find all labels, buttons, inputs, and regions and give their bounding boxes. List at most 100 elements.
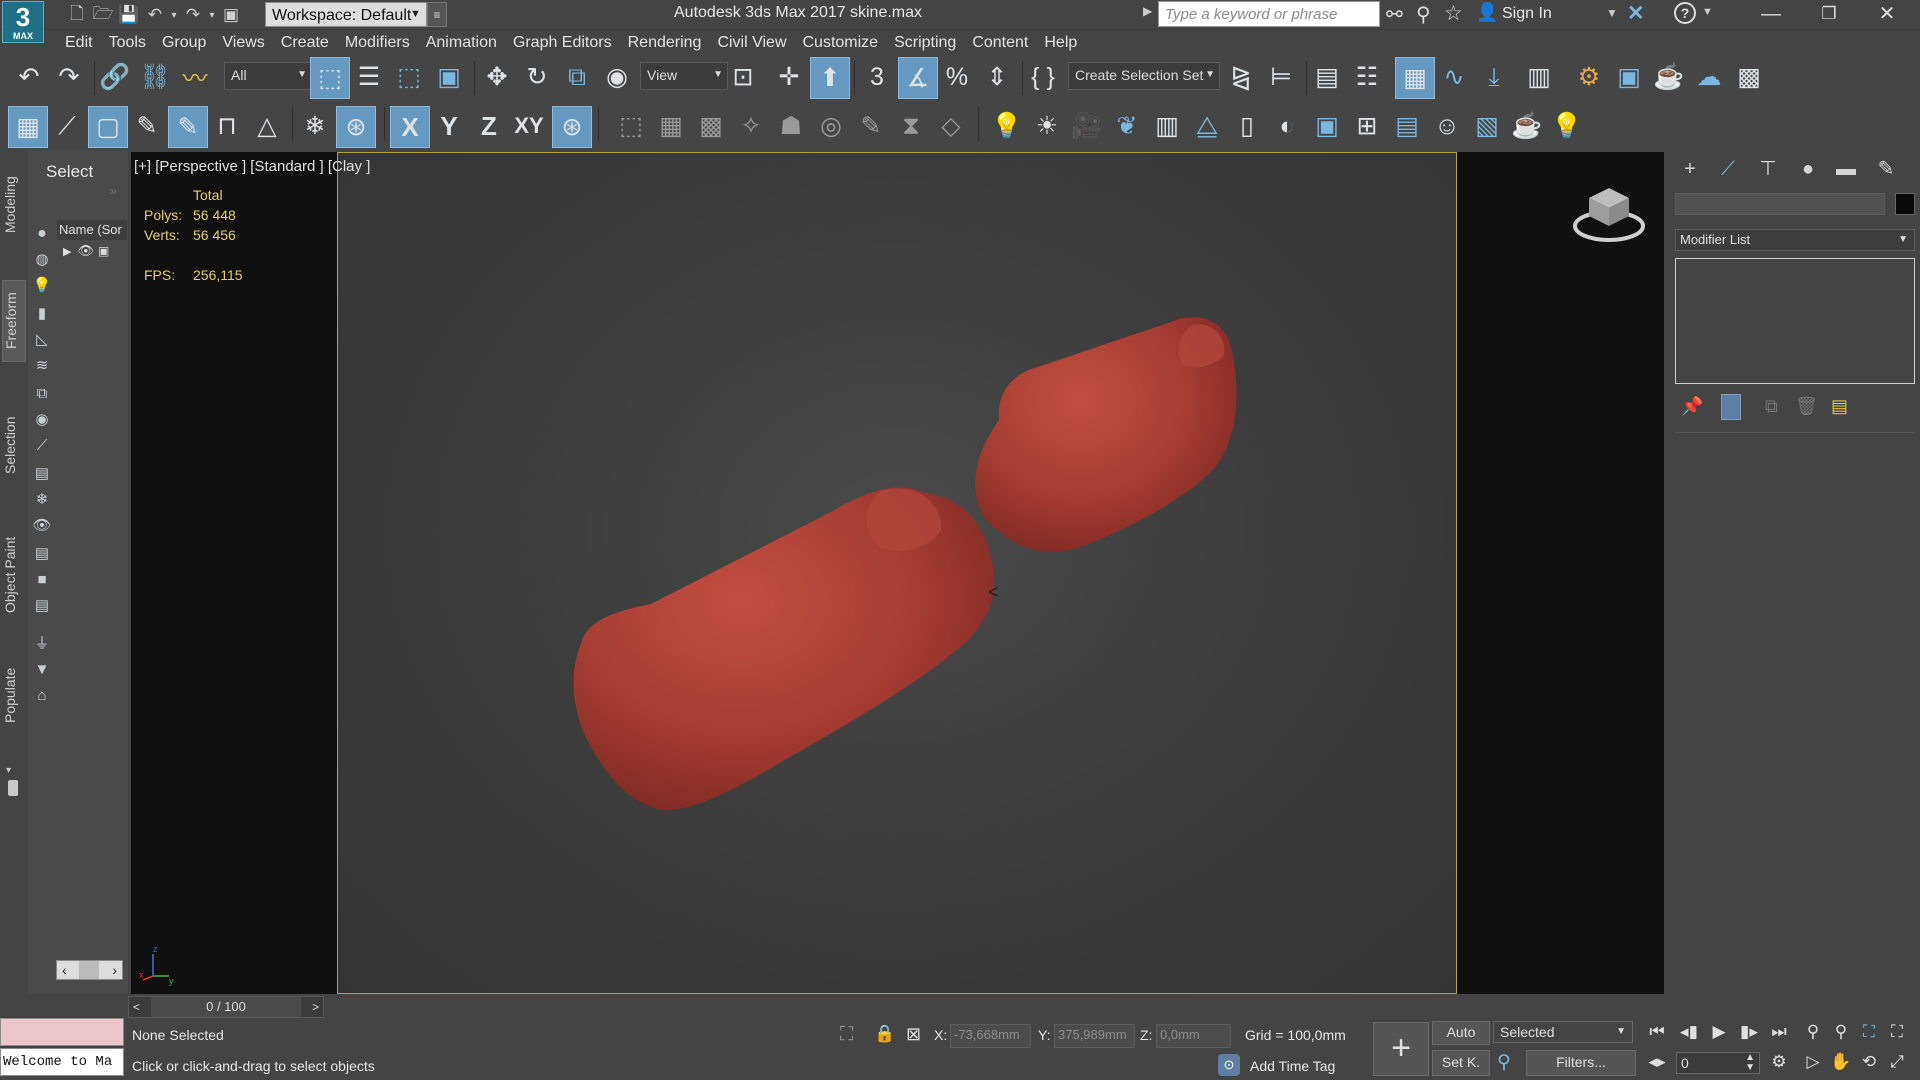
snap-edge-icon[interactable]: ✎ [128, 106, 166, 146]
communication-center-icon[interactable]: ⚲ [1416, 2, 1431, 27]
toggle-scene-explorer-icon[interactable]: ▤ [1308, 57, 1346, 97]
window-crossing-icon[interactable]: ▣ [430, 57, 468, 97]
teapot-icon[interactable]: ☕ [1508, 106, 1546, 146]
menu-help[interactable]: Help [1044, 30, 1093, 56]
wrench-icon[interactable]: ✎ [852, 106, 890, 146]
panel-icon[interactable]: ▧ [1468, 106, 1506, 146]
isolate-selection-icon[interactable]: ⛶ [840, 1024, 853, 1046]
constrain-xy-button[interactable]: XY [510, 106, 548, 146]
snapshot-icon[interactable]: ▦ [652, 106, 690, 146]
redo-dropdown-icon[interactable]: ▾ [206, 2, 218, 28]
select-and-rotate-icon[interactable]: ↻ [518, 57, 556, 97]
close-window-icon[interactable]: ✕ [1858, 0, 1916, 30]
redo-icon[interactable]: ↷ [50, 57, 88, 97]
create-light-icon[interactable]: 💡 [988, 106, 1026, 146]
reference-coordinate-dropdown[interactable]: View ▼ [640, 62, 728, 90]
object-color-swatch[interactable] [1895, 193, 1915, 215]
remove-modifier-icon[interactable]: 🗑 [1795, 396, 1818, 417]
help-icon[interactable]: ? [1674, 2, 1696, 24]
explorer-horizontal-scrollbar[interactable]: ‹ › [56, 960, 123, 980]
create-tab-icon[interactable]: + [1671, 154, 1709, 184]
selection-lock-icon[interactable]: 🔒 [874, 1024, 895, 1044]
selection-set-icon[interactable]: ⌂ [32, 686, 52, 706]
expand-arrow-icon[interactable]: ▶ [63, 245, 71, 258]
sign-in-dropdown-icon[interactable]: ▼ [1606, 6, 1618, 20]
current-frame-spinner[interactable]: 0 ▲ ▼ [1676, 1052, 1760, 1074]
user-icon[interactable]: 👤 [1476, 2, 1498, 23]
light-bulb-icon[interactable]: 💡 [1548, 106, 1586, 146]
sphere-icon[interactable]: ◐ [1268, 106, 1306, 146]
render-in-cloud-icon[interactable]: ☁ [1690, 57, 1728, 97]
make-unique-icon[interactable]: ⧉ [1765, 396, 1778, 417]
axis-constraint-toggle-icon[interactable]: ⊛ [552, 106, 592, 148]
snap-perpendicular-icon[interactable]: △ [248, 106, 286, 146]
foliage-icon[interactable]: ❦ [1108, 106, 1146, 146]
toggle-layer-explorer-icon[interactable]: ☷ [1348, 57, 1386, 97]
constrain-y-button[interactable]: Y [430, 106, 468, 146]
zoom-extents-icon[interactable]: ⛶ [1856, 1022, 1882, 1042]
unlink-selection-icon[interactable]: ⛓ [136, 57, 174, 97]
edit-named-selection-sets-icon[interactable]: { } [1024, 57, 1062, 97]
explorer-collapse-icon[interactable]: » [110, 184, 117, 198]
time-slider[interactable]: < 0 / 100 > [128, 996, 324, 1018]
key-filters-button[interactable]: Filters... [1526, 1050, 1636, 1076]
key-mode-toggle-icon[interactable]: ⚲ [1497, 1051, 1511, 1074]
display-all-icon[interactable]: ▤ [32, 544, 52, 564]
visibility-eye-icon[interactable]: 👁 [77, 243, 94, 259]
display-xrefs-icon[interactable]: ◉ [32, 410, 52, 430]
display-containers-icon[interactable]: ▤ [32, 464, 52, 484]
media-icon[interactable]: ▤ [1388, 106, 1426, 146]
display-cameras-icon[interactable]: ▮ [32, 304, 52, 324]
named-selection-sets-dropdown[interactable]: Create Selection Set ▼ [1068, 62, 1220, 90]
angle-snap-toggle-icon[interactable]: ∡ [898, 57, 938, 99]
scroll-thumb[interactable] [79, 961, 99, 979]
snap-pivot-icon[interactable]: ⊓ [208, 106, 246, 146]
filter-icon[interactable]: ⏚ [32, 634, 52, 654]
display-bones-icon[interactable]: ⟋ [32, 436, 52, 456]
rectangular-selection-region-icon[interactable]: ⬚ [390, 57, 428, 97]
a360-gallery-icon[interactable]: ▩ [1730, 57, 1768, 97]
play-animation-icon[interactable]: ▶ [1706, 1022, 1732, 1042]
ribbon-toggle-icon[interactable] [8, 780, 18, 796]
search-input[interactable]: Type a keyword or phrase [1158, 1, 1380, 27]
menu-scripting[interactable]: Scripting [894, 30, 972, 56]
y-coordinate-field[interactable]: 375,989mm [1054, 1024, 1135, 1048]
go-to-end-icon[interactable]: ⏭ [1766, 1022, 1792, 1042]
constrain-x-button[interactable]: X [390, 106, 430, 148]
spacing-tool-icon[interactable]: ▩ [692, 106, 730, 146]
render-frame-icon[interactable]: ▣ [1308, 106, 1346, 146]
time-configuration-icon[interactable]: ⚙ [1766, 1052, 1792, 1072]
set-key-mode-icon[interactable]: + [1373, 1022, 1429, 1076]
tab-freeform[interactable]: Freeform [2, 280, 26, 362]
field-of-view-icon[interactable]: ▷ [1800, 1052, 1826, 1072]
menu-animation[interactable]: Animation [426, 30, 513, 56]
toggle-ribbon-icon[interactable]: ▦ [1395, 57, 1435, 99]
display-tab-icon[interactable]: ▬ [1827, 154, 1865, 184]
scroll-right-icon[interactable]: › [112, 961, 117, 979]
stack-icon[interactable]: ⧗ [892, 106, 930, 146]
menu-content[interactable]: Content [972, 30, 1044, 56]
menu-rendering[interactable]: Rendering [628, 30, 718, 56]
time-slider-thumb[interactable]: 0 / 100 [151, 997, 301, 1017]
key-filter-selection-dropdown[interactable]: Selected ▼ [1493, 1021, 1633, 1043]
clone-and-align-icon[interactable]: ✧ [732, 106, 770, 146]
select-by-name-icon[interactable]: ☰ [350, 57, 388, 97]
restore-window-icon[interactable]: ❐ [1800, 0, 1858, 30]
select-and-manipulate-icon[interactable]: ✛ [770, 57, 808, 97]
modify-tab-icon[interactable]: ⟋ [1709, 154, 1747, 184]
tab-object-paint[interactable]: Object Paint [2, 520, 24, 630]
favorites-star-icon[interactable]: ☆ [1444, 1, 1463, 26]
render-production-icon[interactable]: ☕ [1650, 57, 1688, 97]
zoom-all-icon[interactable]: ⚲ [1828, 1022, 1854, 1042]
find-filter-icon[interactable]: ▼ [32, 660, 52, 680]
display-space-warps-icon[interactable]: ≋ [32, 356, 52, 376]
help-dropdown-icon[interactable]: ▼ [1702, 6, 1713, 18]
snap-freeze-icon[interactable]: ❄ [296, 106, 334, 146]
set-key-button[interactable]: Set K. [1432, 1050, 1490, 1076]
keyboard-shortcut-override-icon[interactable]: ⬆ [810, 57, 850, 99]
crowd-icon[interactable]: ☺ [1428, 106, 1466, 146]
door-icon[interactable]: ▯ [1228, 106, 1266, 146]
menu-tools[interactable]: Tools [109, 30, 162, 56]
sofa-front[interactable] [573, 487, 994, 811]
time-slider-next-icon[interactable]: > [312, 1000, 319, 1014]
